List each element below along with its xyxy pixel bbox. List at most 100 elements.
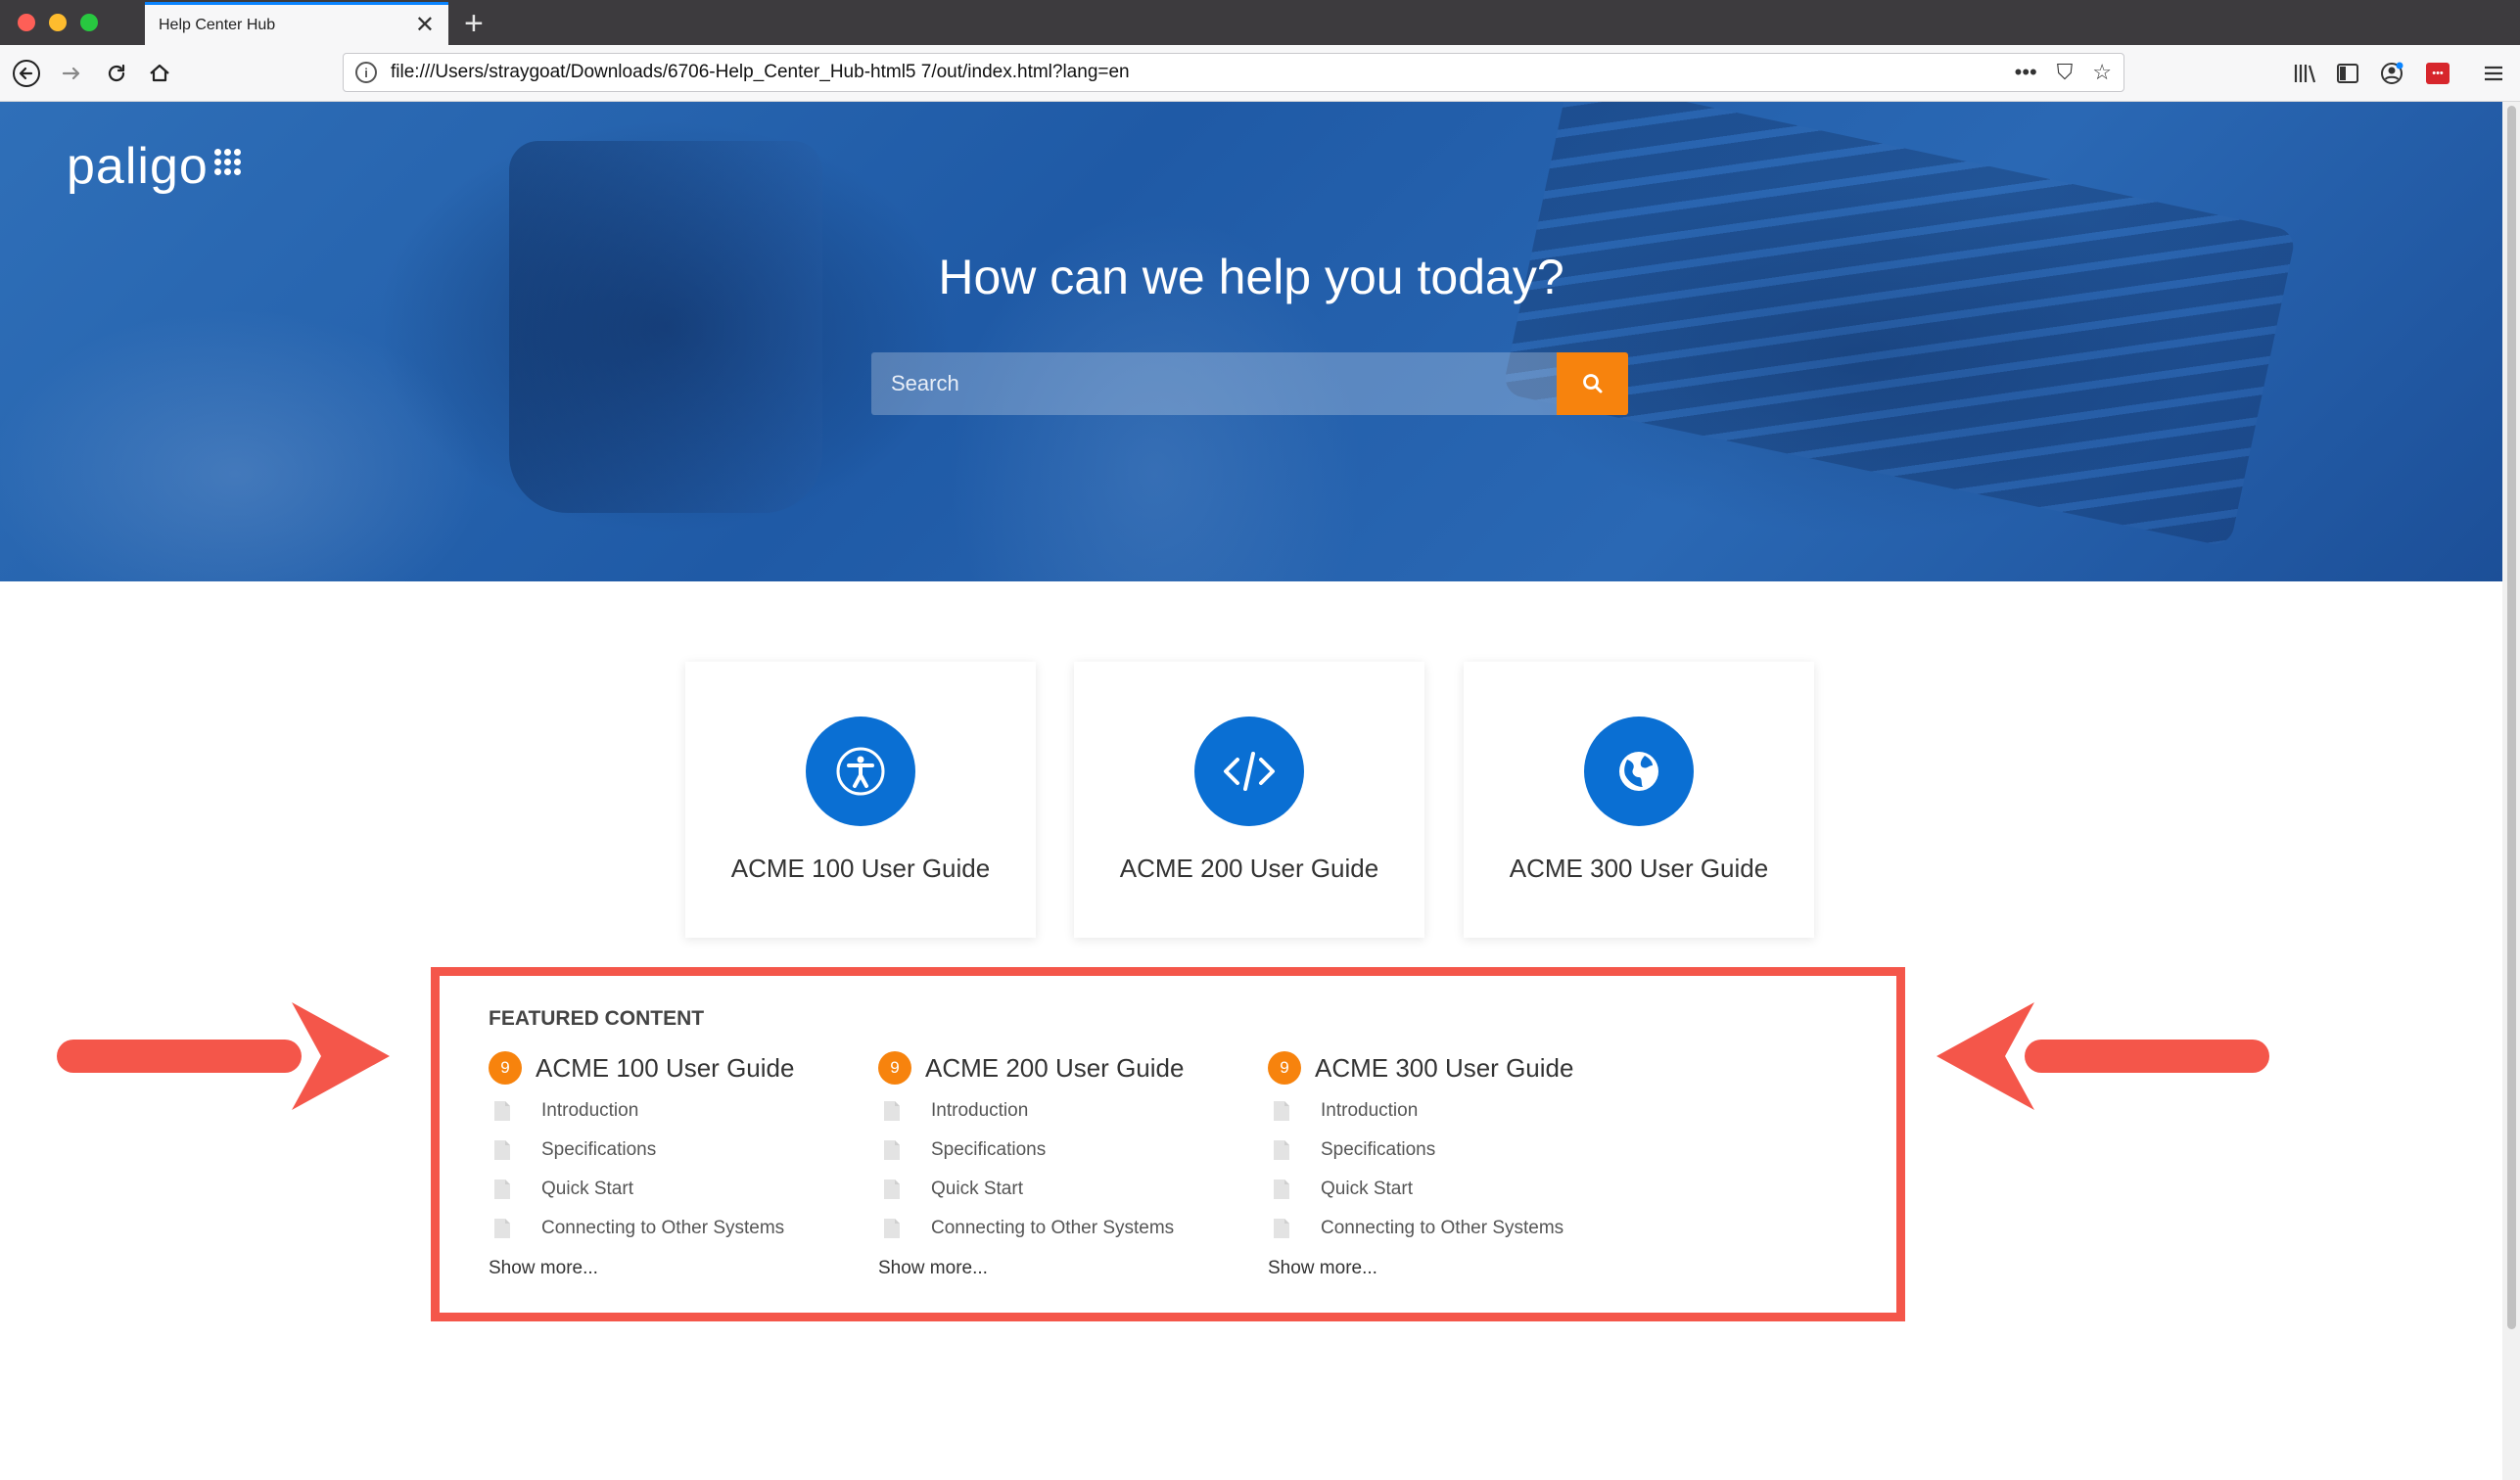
document-icon bbox=[494, 1101, 510, 1121]
list-item[interactable]: Connecting to Other Systems bbox=[489, 1209, 861, 1248]
list-item[interactable]: Specifications bbox=[489, 1131, 861, 1170]
home-icon[interactable] bbox=[143, 57, 176, 90]
globe-icon bbox=[1584, 717, 1694, 826]
list-item-label[interactable]: Connecting to Other Systems bbox=[931, 1218, 1174, 1239]
address-bar[interactable]: i file:///Users/straygoat/Downloads/6706… bbox=[343, 53, 2124, 92]
show-more-link[interactable]: Show more... bbox=[1268, 1258, 1640, 1279]
search-input[interactable] bbox=[871, 352, 1557, 415]
guide-card-acme-100[interactable]: ACME 100 User Guide bbox=[685, 662, 1036, 938]
document-icon bbox=[1274, 1179, 1289, 1199]
guide-card-label: ACME 200 User Guide bbox=[1119, 854, 1379, 883]
arrow-left-icon bbox=[1937, 1002, 2269, 1110]
new-tab-icon[interactable]: + bbox=[464, 4, 484, 43]
arrow-right-icon bbox=[57, 1002, 390, 1110]
menu-icon[interactable] bbox=[2483, 57, 2504, 90]
back-icon[interactable] bbox=[10, 57, 43, 90]
list-item-label[interactable]: Introduction bbox=[541, 1100, 638, 1122]
logo-text: paligo bbox=[67, 138, 209, 195]
accessibility-icon bbox=[806, 717, 915, 826]
forward-icon[interactable] bbox=[55, 57, 88, 90]
document-icon bbox=[494, 1219, 510, 1238]
paligo-logo[interactable]: paligo bbox=[67, 137, 241, 196]
list-item-label[interactable]: Connecting to Other Systems bbox=[541, 1218, 784, 1239]
count-badge: 9 bbox=[878, 1051, 911, 1085]
document-icon bbox=[884, 1140, 900, 1160]
hero-title: How can we help you today? bbox=[938, 250, 1564, 304]
document-icon bbox=[884, 1179, 900, 1199]
list-item-label[interactable]: Specifications bbox=[541, 1139, 656, 1161]
extension-icon[interactable]: ••• bbox=[2426, 57, 2450, 90]
tab-title: Help Center Hub bbox=[159, 16, 276, 33]
maximize-window-icon[interactable] bbox=[80, 14, 98, 31]
guide-card-acme-200[interactable]: ACME 200 User Guide bbox=[1074, 662, 1424, 938]
search-icon bbox=[1582, 374, 1602, 393]
featured-guide-title[interactable]: ACME 100 User Guide bbox=[536, 1053, 794, 1084]
scrollbar-thumb[interactable] bbox=[2507, 106, 2516, 1329]
featured-guide-title[interactable]: ACME 200 User Guide bbox=[925, 1053, 1184, 1084]
pocket-icon[interactable]: ⛉ bbox=[2057, 60, 2074, 85]
featured-column-acme-200: 9 ACME 200 User Guide Introduction Speci… bbox=[878, 1050, 1250, 1279]
document-icon bbox=[1274, 1219, 1289, 1238]
list-item-label[interactable]: Specifications bbox=[931, 1139, 1046, 1161]
site-info-icon[interactable]: i bbox=[355, 62, 377, 83]
library-icon[interactable] bbox=[2293, 57, 2318, 90]
page-actions-icon[interactable]: ••• bbox=[2015, 60, 2037, 85]
list-item-label[interactable]: Introduction bbox=[931, 1100, 1028, 1122]
hero-banner: paligo How can we help you today? bbox=[0, 102, 2502, 581]
featured-column-header[interactable]: 9 ACME 300 User Guide bbox=[1268, 1050, 1640, 1086]
list-item[interactable]: Connecting to Other Systems bbox=[1268, 1209, 1640, 1248]
featured-column-acme-300: 9 ACME 300 User Guide Introduction Speci… bbox=[1268, 1050, 1640, 1279]
document-icon bbox=[884, 1219, 900, 1238]
search-bar bbox=[871, 352, 1628, 415]
sidebar-icon[interactable] bbox=[2336, 57, 2359, 90]
guide-card-label: ACME 100 User Guide bbox=[730, 854, 991, 883]
featured-content-section: FEATURED CONTENT 9 ACME 100 User Guide I… bbox=[431, 967, 1905, 1321]
list-item[interactable]: Quick Start bbox=[878, 1170, 1250, 1209]
featured-guide-title[interactable]: ACME 300 User Guide bbox=[1315, 1053, 1573, 1084]
minimize-window-icon[interactable] bbox=[49, 14, 67, 31]
hero-background-glass bbox=[509, 141, 822, 513]
code-icon bbox=[1194, 717, 1304, 826]
tab-close-icon[interactable]: ✕ bbox=[415, 13, 435, 37]
list-item-label[interactable]: Introduction bbox=[1321, 1100, 1418, 1122]
list-item[interactable]: Specifications bbox=[1268, 1131, 1640, 1170]
list-item[interactable]: Introduction bbox=[489, 1091, 861, 1131]
document-icon bbox=[1274, 1101, 1289, 1121]
account-icon[interactable] bbox=[2379, 57, 2404, 90]
document-icon bbox=[1274, 1140, 1289, 1160]
featured-column-acme-100: 9 ACME 100 User Guide Introduction Speci… bbox=[489, 1050, 861, 1279]
url-text[interactable]: file:///Users/straygoat/Downloads/6706-H… bbox=[391, 62, 1995, 83]
list-item[interactable]: Quick Start bbox=[489, 1170, 861, 1209]
list-item[interactable]: Introduction bbox=[878, 1091, 1250, 1131]
featured-heading: FEATURED CONTENT bbox=[489, 1007, 705, 1030]
list-item-label[interactable]: Quick Start bbox=[931, 1179, 1023, 1200]
featured-column-header[interactable]: 9 ACME 100 User Guide bbox=[489, 1050, 861, 1086]
list-item-label[interactable]: Connecting to Other Systems bbox=[1321, 1218, 1563, 1239]
list-item[interactable]: Quick Start bbox=[1268, 1170, 1640, 1209]
reload-icon[interactable] bbox=[100, 57, 133, 90]
logo-dots-icon bbox=[213, 149, 241, 175]
count-badge: 9 bbox=[489, 1051, 522, 1085]
document-icon bbox=[494, 1140, 510, 1160]
window-titlebar: Help Center Hub ✕ + bbox=[0, 0, 2520, 45]
list-item-label[interactable]: Quick Start bbox=[541, 1179, 633, 1200]
browser-toolbar: i file:///Users/straygoat/Downloads/6706… bbox=[0, 45, 2520, 102]
bookmark-star-icon[interactable]: ☆ bbox=[2092, 60, 2112, 85]
show-more-link[interactable]: Show more... bbox=[878, 1258, 1250, 1279]
guide-card-label: ACME 300 User Guide bbox=[1509, 854, 1769, 883]
guide-card-acme-300[interactable]: ACME 300 User Guide bbox=[1464, 662, 1814, 938]
hero-background-laptop bbox=[1501, 102, 2298, 548]
featured-column-header[interactable]: 9 ACME 200 User Guide bbox=[878, 1050, 1250, 1086]
list-item-label[interactable]: Quick Start bbox=[1321, 1179, 1413, 1200]
show-more-link[interactable]: Show more... bbox=[489, 1258, 861, 1279]
document-icon bbox=[494, 1179, 510, 1199]
close-window-icon[interactable] bbox=[18, 14, 35, 31]
list-item[interactable]: Introduction bbox=[1268, 1091, 1640, 1131]
search-button[interactable] bbox=[1557, 352, 1628, 415]
list-item[interactable]: Connecting to Other Systems bbox=[878, 1209, 1250, 1248]
list-item-label[interactable]: Specifications bbox=[1321, 1139, 1435, 1161]
document-icon bbox=[884, 1101, 900, 1121]
count-badge: 9 bbox=[1268, 1051, 1301, 1085]
browser-tab[interactable]: Help Center Hub ✕ bbox=[145, 2, 448, 45]
list-item[interactable]: Specifications bbox=[878, 1131, 1250, 1170]
